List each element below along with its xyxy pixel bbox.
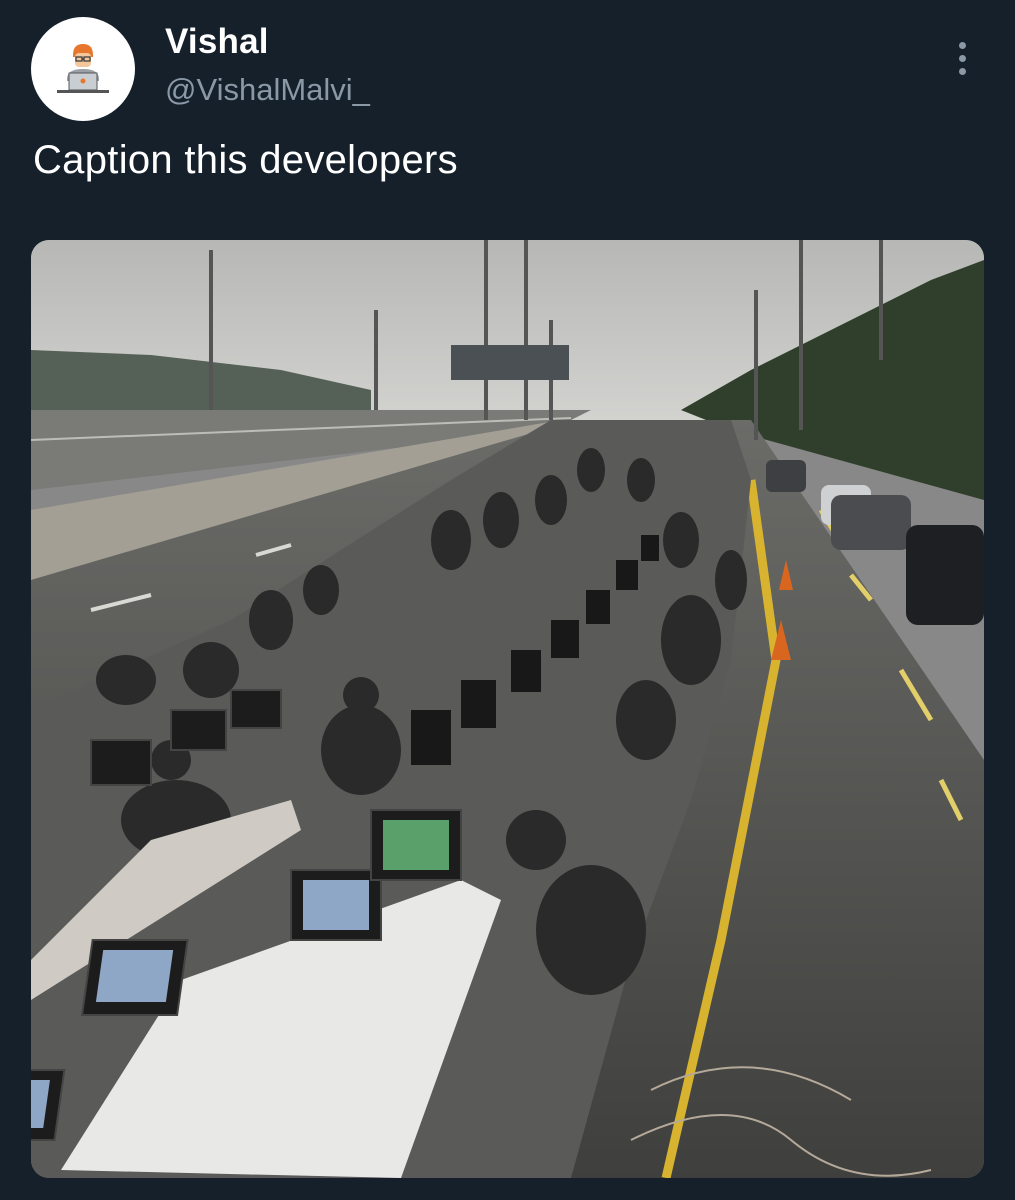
avatar[interactable] [31, 17, 135, 121]
tweet-text: Caption this developers [33, 138, 458, 182]
author-handle[interactable]: @VishalMalvi_ [165, 72, 370, 108]
highway-developers-photo [31, 240, 984, 1178]
tweet-photo[interactable] [31, 240, 984, 1178]
more-vertical-icon[interactable] [948, 40, 978, 80]
author-name[interactable]: Vishal [165, 22, 269, 62]
developer-avatar-icon [57, 44, 109, 93]
tweet-card: Vishal @VishalMalvi_ Caption this develo… [0, 0, 1015, 1200]
